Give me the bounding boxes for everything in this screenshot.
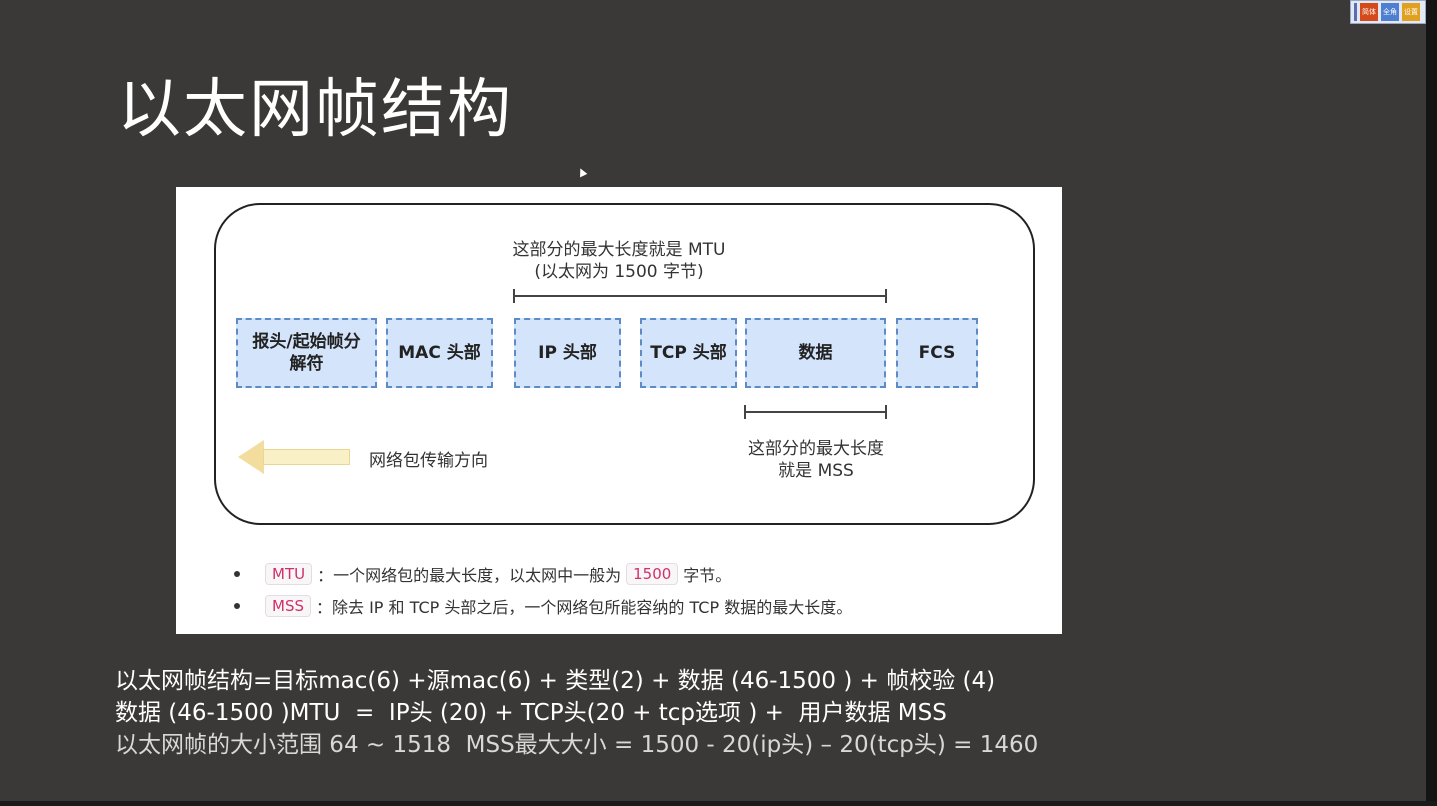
mtu-note-line2: (以太网为 1500 字节) <box>534 262 704 282</box>
bullet-icon <box>234 571 240 577</box>
direction-label: 网络包传输方向 <box>369 451 488 471</box>
formula-frame-structure: 以太网帧结构=目标mac(6) +源mac(6) + 类型(2) + 数据 (4… <box>115 668 996 694</box>
mss-note: 这部分的最大长度 就是 MSS <box>721 438 911 482</box>
window-bottom-edge <box>0 801 1437 806</box>
mtu-bracket <box>513 289 887 303</box>
bullet-icon <box>234 603 240 609</box>
list-item: MTU ：一个网络包的最大长度，以太网中一般为 1500 字节。 <box>234 558 1034 590</box>
formula-frame-size: 以太网帧的大小范围 64 ~ 1518 MSS最大大小 = 1500 - 20(… <box>115 732 1039 758</box>
mss-bracket <box>744 405 887 419</box>
field-preamble-line2: 解符 <box>289 354 324 374</box>
mss-definition: ：除去 IP 和 TCP 头部之后，一个网络包所能容纳的 TCP 数据的最大长度… <box>316 598 853 617</box>
mtu-value-tag: 1500 <box>626 563 679 585</box>
mtu-unit: 字节。 <box>683 566 732 585</box>
mtu-note-line1: 这部分的最大长度就是 MTU <box>512 240 726 260</box>
field-ip-header: IP 头部 <box>514 318 621 388</box>
window-edge <box>1426 0 1437 806</box>
left-arrow-icon <box>238 440 350 474</box>
fullwidth-icon[interactable]: 全角 <box>1381 3 1399 21</box>
mss-note-line1: 这部分的最大长度 <box>748 439 884 459</box>
mss-note-line2: 就是 MSS <box>778 461 854 481</box>
field-data: 数据 <box>745 318 886 388</box>
field-preamble: 报头/起始帧分 解符 <box>236 318 377 388</box>
formula-mtu: 数据 (46-1500 )MTU = IP头 (20) + TCP头(20 + … <box>115 700 947 726</box>
field-mac-header: MAC 头部 <box>386 318 493 388</box>
toolbar-grip[interactable] <box>1354 3 1357 21</box>
mtu-note: 这部分的最大长度就是 MTU (以太网为 1500 字节) <box>176 239 1062 283</box>
field-preamble-line1: 报头/起始帧分 <box>252 332 361 352</box>
mouse-cursor-icon <box>576 166 588 178</box>
mtu-tag: MTU <box>265 563 313 585</box>
mtu-definition: ：一个网络包的最大长度，以太网中一般为 <box>317 566 622 585</box>
ime-toolbar[interactable]: 简体 全角 设置 <box>1350 0 1426 24</box>
ime-mode-icon[interactable]: 简体 <box>1360 3 1378 21</box>
ethernet-frame-figure: 这部分的最大长度就是 MTU (以太网为 1500 字节) 报头/起始帧分 解符… <box>176 187 1062 634</box>
settings-icon[interactable]: 设置 <box>1402 3 1420 21</box>
mss-tag: MSS <box>265 595 311 617</box>
field-tcp-header: TCP 头部 <box>640 318 737 388</box>
slide-title: 以太网帧结构 <box>117 73 513 147</box>
definition-list: MTU ：一个网络包的最大长度，以太网中一般为 1500 字节。 MSS ：除去… <box>234 558 1034 622</box>
list-item: MSS ：除去 IP 和 TCP 头部之后，一个网络包所能容纳的 TCP 数据的… <box>234 590 1034 622</box>
field-fcs: FCS <box>896 318 978 388</box>
